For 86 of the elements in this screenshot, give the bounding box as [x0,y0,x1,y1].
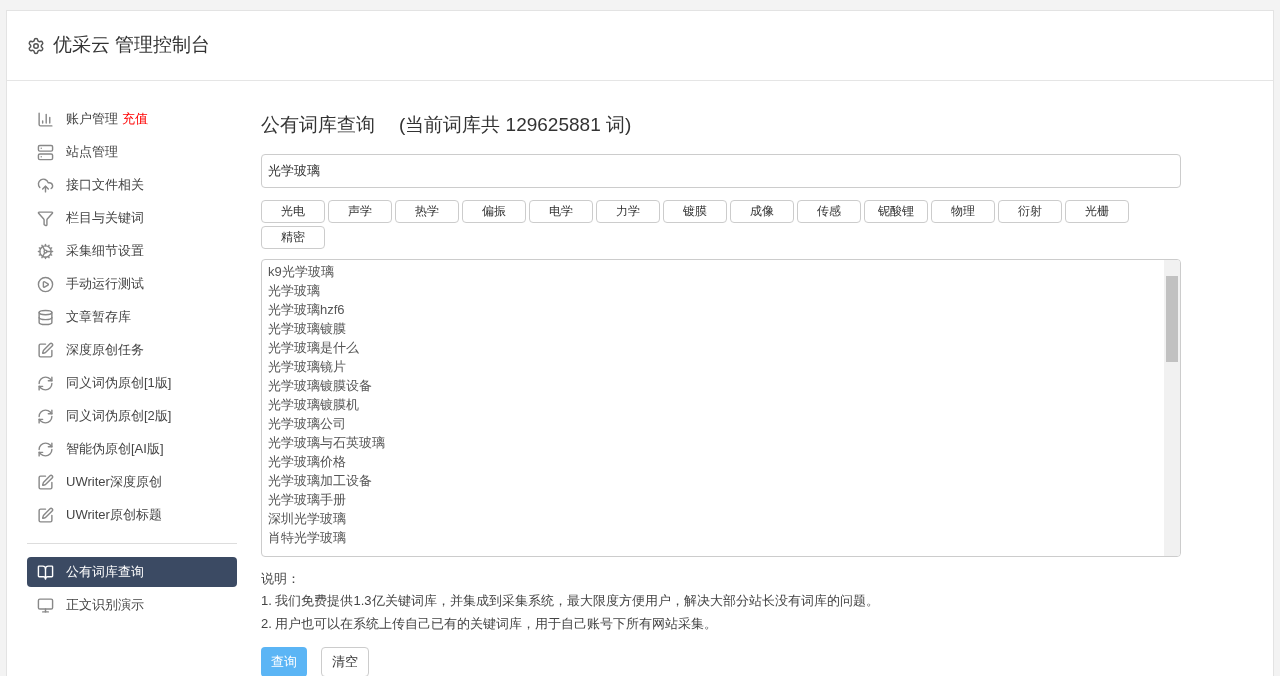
sidebar-item[interactable]: 站点管理 [27,137,237,167]
scrollbar[interactable] [1164,259,1180,556]
settings-icon [27,36,45,55]
page-title: 公有词库查询 [261,113,375,137]
tag-button[interactable]: 物理 [931,199,995,223]
sidebar-item[interactable]: 同义词伪原创[2版] [27,401,237,431]
tag-button[interactable]: 力学 [596,199,660,223]
result-item[interactable]: 光学玻璃hzf6 [268,299,1158,319]
tag-button[interactable]: 声学 [328,199,392,223]
sidebar-label: UWriter深度原创 [66,473,162,492]
play-icon [37,275,54,293]
tag-button[interactable]: 传感 [797,199,861,223]
result-item[interactable]: 光学玻璃与石英玻璃 [268,432,1158,452]
sidebar-item[interactable]: 文章暂存库 [27,302,237,332]
result-item[interactable]: 光学玻璃镀膜 [268,318,1158,338]
tag-button[interactable]: 精密 [261,225,325,249]
result-item[interactable]: 光学玻璃价格 [268,451,1158,471]
sidebar-item[interactable]: 手动运行测试 [27,269,237,299]
tag-button[interactable]: 光栅 [1065,199,1129,223]
sidebar-item[interactable]: 账户管理 充值 [27,104,237,134]
sidebar-label: 同义词伪原创[2版] [66,407,172,426]
result-item[interactable]: 光学玻璃镀膜设备 [268,375,1158,395]
sidebar-item[interactable]: 公有词库查询 [27,557,237,587]
sidebar-label: 站点管理 [66,143,118,162]
sidebar-item[interactable]: 正文识别演示 [27,590,237,620]
sidebar-label: 同义词伪原创[1版] [66,374,172,393]
result-item[interactable]: 深圳光学玻璃 [268,508,1158,528]
clear-button[interactable]: 清空 [321,647,369,676]
gear-icon [37,242,54,260]
book-icon [37,563,54,581]
result-item[interactable]: 光学玻璃镀膜机 [268,394,1158,414]
refresh-icon [37,374,54,392]
sidebar-label: 接口文件相关 [66,176,144,195]
sidebar-label: UWriter原创标题 [66,506,162,525]
result-item[interactable]: 光学玻璃公司 [268,413,1158,433]
edit-icon [37,506,54,524]
note-text: 2. 用户也可以在系统上传自己已有的关键词库，用于自己账号下所有网站采集。 [261,614,719,633]
sidebar-label: 正文识别演示 [66,596,144,615]
sidebar-label: 智能伪原创[AI版] [66,440,164,459]
tag-button[interactable]: 铌酸锂 [864,199,928,223]
refresh-icon [37,440,54,458]
edit-icon [37,473,54,491]
sidebar-item[interactable]: 智能伪原创[AI版] [27,434,237,464]
sidebar-item[interactable]: 栏目与关键词 [27,203,237,233]
word-count: (当前词库共 129625881 词) [399,113,632,137]
sidebar-label: 采集细节设置 [66,242,144,261]
result-item[interactable]: 光学玻璃 [268,280,1158,300]
edit-icon [37,341,54,359]
sidebar-label: 文章暂存库 [66,308,131,327]
tag-button[interactable]: 光电 [261,199,325,223]
recharge-link[interactable]: 充值 [122,109,148,129]
notes-title: 说明： [261,569,301,588]
database-icon [37,308,54,326]
tag-button[interactable]: 衍射 [998,199,1062,223]
sidebar-label: 手动运行测试 [66,275,144,294]
search-field[interactable]: 光学玻璃 [261,153,1181,188]
sidebar-item[interactable]: 深度原创任务 [27,335,237,365]
server-icon [37,143,54,161]
cloud-upload-icon [37,176,54,194]
tag-button[interactable]: 热学 [395,199,459,223]
sidebar-item[interactable]: 同义词伪原创[1版] [27,368,237,398]
result-item[interactable]: k9光学玻璃 [268,261,1158,281]
monitor-icon [37,596,54,614]
tag-button[interactable]: 电学 [529,199,593,223]
result-item[interactable]: 光学玻璃加工设备 [268,470,1158,490]
sidebar-label: 账户管理 [66,110,118,129]
sidebar-label: 深度原创任务 [66,341,144,360]
tag-button[interactable]: 偏振 [462,199,526,223]
bar-chart-icon [37,110,54,128]
result-item[interactable]: 光学玻璃是什么 [268,337,1158,357]
console-title: 优采云 管理控制台 [53,33,211,58]
result-item[interactable]: 肖特光学玻璃 [268,527,1158,547]
note-text: 1. 我们免费提供1.3亿关键词库，并集成到采集系统，最大限度方便用户，解决大部分站长没有词库的问题。 [261,592,880,610]
result-item[interactable]: 光学玻璃手册 [268,489,1158,509]
sidebar-item[interactable]: 接口文件相关 [27,170,237,200]
tag-button[interactable]: 成像 [730,199,794,223]
refresh-icon [37,407,54,425]
result-item[interactable]: 光学玻璃镜片 [268,356,1158,376]
sidebar-label: 栏目与关键词 [66,209,144,228]
tag-button[interactable]: 镀膜 [663,199,727,223]
filter-icon [37,209,54,227]
sidebar-item[interactable]: 采集细节设置 [27,236,237,266]
sidebar-label: 公有词库查询 [66,563,144,582]
results-list[interactable]: k9光学玻璃 光学玻璃 光学玻璃hzf6 光学玻璃镀膜 光学玻璃是什么 光学玻璃镜片 光学玻璃镀膜设备 光学玻璃镀膜机 光学玻璃公司 光学玻璃与石英玻璃 光学玻璃价格 光学玻璃加工设备 光学玻璃手册 深圳光学玻璃 肖特光学玻璃 [261,258,1181,557]
sidebar-item[interactable]: UWriter原创标题 [27,500,237,530]
sidebar-item[interactable]: UWriter深度原创 [27,467,237,497]
